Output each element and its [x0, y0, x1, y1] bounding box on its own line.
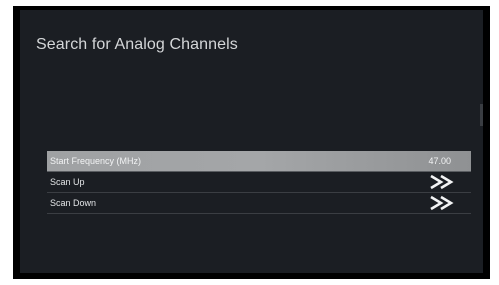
menu-item-label: Scan Down: [50, 198, 97, 208]
menu-item-label: Start Frequency (MHz): [50, 156, 142, 166]
tv-screen: Search for Analog Channels Start Frequen…: [20, 10, 483, 273]
page-title: Search for Analog Channels: [36, 36, 238, 53]
settings-menu: Start Frequency (MHz) 47.00 Scan Up Scan…: [47, 151, 471, 214]
menu-item-scan-down[interactable]: Scan Down: [47, 193, 471, 214]
menu-item-scan-up[interactable]: Scan Up: [47, 172, 471, 193]
double-chevron-right-icon: [429, 193, 455, 213]
scroll-indicator: [480, 104, 483, 126]
frequency-value: 47.00: [428, 156, 451, 166]
tv-frame: Search for Analog Channels Start Frequen…: [13, 6, 490, 279]
menu-item-start-frequency[interactable]: Start Frequency (MHz) 47.00: [47, 151, 471, 172]
menu-item-label: Scan Up: [50, 177, 85, 187]
double-chevron-right-icon: [429, 172, 455, 192]
